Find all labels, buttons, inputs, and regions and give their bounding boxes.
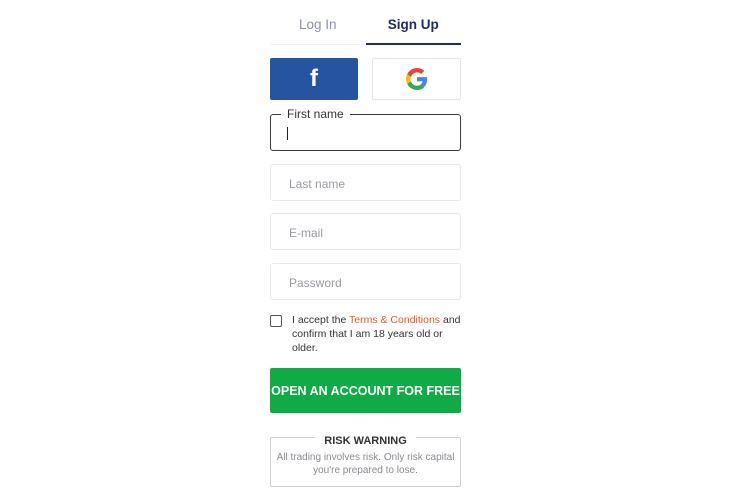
tab-sign-up[interactable]: Sign Up [366, 0, 462, 45]
risk-warning-title-wrap: RISK WARNING [271, 431, 460, 449]
accept-prefix: I accept the [292, 314, 350, 326]
facebook-button[interactable]: f [270, 58, 358, 100]
social-login: f [270, 58, 461, 100]
email-field[interactable] [270, 213, 461, 251]
last-name-field[interactable] [270, 164, 461, 202]
facebook-icon: f [310, 65, 318, 92]
password-input[interactable] [287, 264, 441, 301]
auth-tabs: Log In Sign Up [270, 0, 461, 45]
first-name-label: First name [281, 107, 350, 121]
last-name-input[interactable] [287, 165, 441, 202]
google-button[interactable] [372, 58, 461, 100]
risk-warning-text: All trading involves risk. Only risk cap… [276, 452, 455, 476]
risk-warning-box: RISK WARNING All trading involves risk. … [270, 435, 461, 487]
email-input[interactable] [287, 214, 441, 251]
accept-terms-checkbox[interactable] [270, 315, 282, 327]
signup-panel: Log In Sign Up f First name I accep [270, 0, 461, 487]
open-account-button[interactable]: OPEN AN ACCOUNT FOR FREE [270, 368, 461, 413]
google-g-icon [405, 68, 427, 90]
first-name-field[interactable]: First name [270, 107, 461, 151]
active-tab-indicator [366, 43, 461, 45]
text-cursor [287, 127, 288, 140]
accept-terms-text: I accept the Terms & Conditions and conf… [292, 313, 462, 355]
risk-warning-title: RISK WARNING [315, 435, 416, 447]
password-field[interactable] [270, 263, 461, 301]
terms-conditions-link[interactable]: Terms & Conditions [349, 314, 440, 326]
tab-log-in[interactable]: Log In [270, 0, 366, 45]
